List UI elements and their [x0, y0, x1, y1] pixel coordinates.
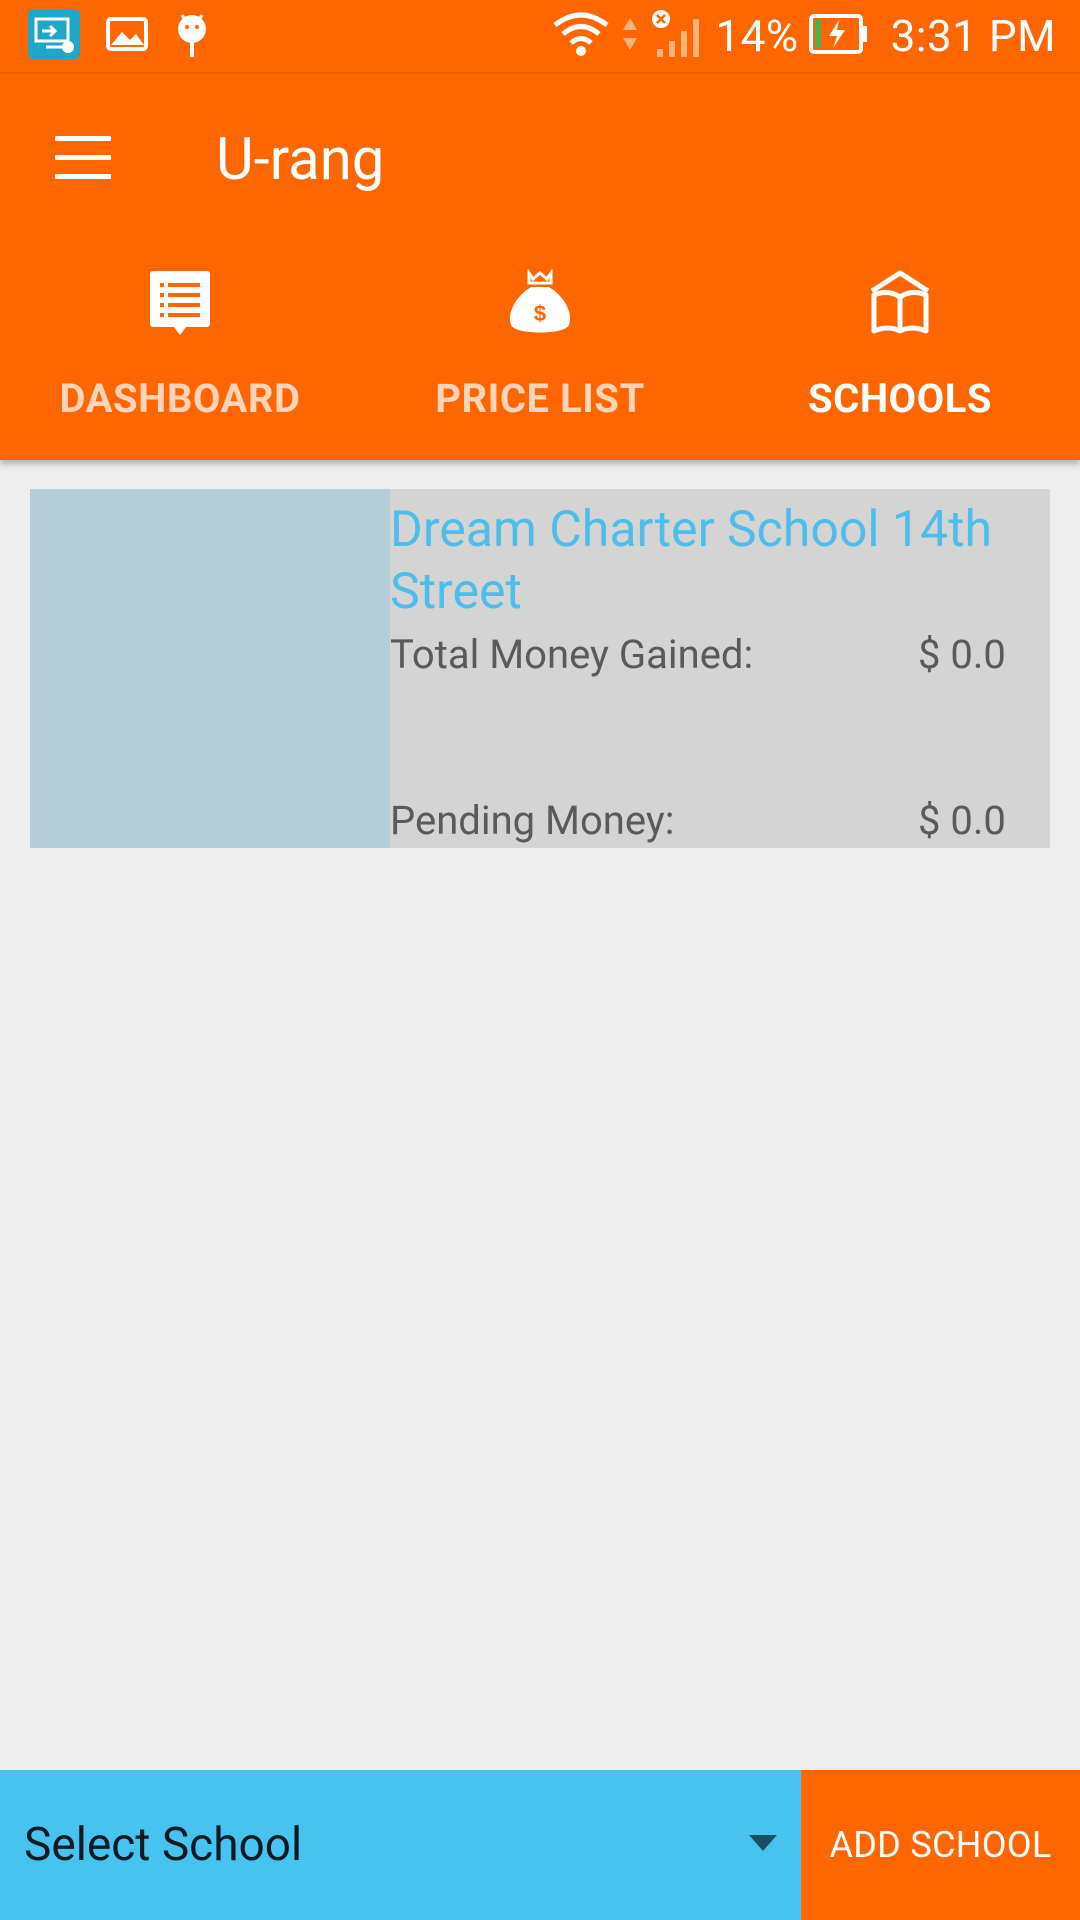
tab-bar: DASHBOARD $ PRICE LIST SCHOOLS: [0, 269, 1080, 460]
remote-desktop-icon: [28, 9, 80, 63]
battery-percent: 14%: [715, 10, 799, 62]
hamburger-menu-icon[interactable]: [55, 136, 111, 180]
tab-price-list[interactable]: $ PRICE LIST: [360, 269, 720, 460]
clock: 3:31 PM: [890, 10, 1056, 62]
tab-dashboard-label: DASHBOARD: [59, 375, 301, 422]
dashboard-icon: [148, 269, 212, 369]
add-school-button[interactable]: ADD SCHOOL: [801, 1770, 1080, 1920]
tab-schools-label: SCHOOLS: [808, 375, 992, 422]
school-name[interactable]: Dream Charter School 14th Street: [390, 499, 1050, 623]
app-title: U-rang: [216, 126, 385, 194]
pending-money-row: Pending Money: $ 0.0: [390, 797, 1050, 844]
total-money-value: $ 0.0: [918, 631, 1006, 678]
select-school-dropdown[interactable]: Select School: [0, 1770, 801, 1920]
school-info: Dream Charter School 14th Street Total M…: [390, 489, 1050, 848]
android-debug-icon: [174, 11, 210, 61]
data-arrows-icon: [621, 12, 639, 60]
battery-charging-icon: [808, 14, 869, 58]
money-bag-icon: $: [507, 269, 573, 369]
app-bar: U-rang DASHBOARD $ PRICE LIST SCHOOLS: [0, 74, 1080, 460]
svg-text:$: $: [534, 301, 546, 326]
total-money-label: Total Money Gained:: [390, 631, 754, 678]
school-image-placeholder: [30, 489, 390, 848]
bottom-bar: Select School ADD SCHOOL: [0, 1770, 1080, 1920]
select-school-text: Select School: [24, 1818, 303, 1872]
school-card[interactable]: Dream Charter School 14th Street Total M…: [30, 489, 1050, 848]
tab-price-list-label: PRICE LIST: [435, 375, 645, 422]
tab-dashboard[interactable]: DASHBOARD: [0, 269, 360, 460]
wifi-icon: [551, 11, 611, 61]
chevron-down-icon: [747, 1833, 779, 1857]
gallery-icon: [106, 17, 148, 55]
signal-icon: [649, 9, 705, 63]
book-icon: [868, 269, 932, 369]
total-money-row: Total Money Gained: $ 0.0: [390, 631, 1050, 678]
pending-money-value: $ 0.0: [918, 797, 1006, 844]
pending-money-label: Pending Money:: [390, 797, 675, 844]
tab-schools[interactable]: SCHOOLS: [720, 269, 1080, 460]
status-bar: 14% 3:31 PM: [0, 0, 1080, 74]
